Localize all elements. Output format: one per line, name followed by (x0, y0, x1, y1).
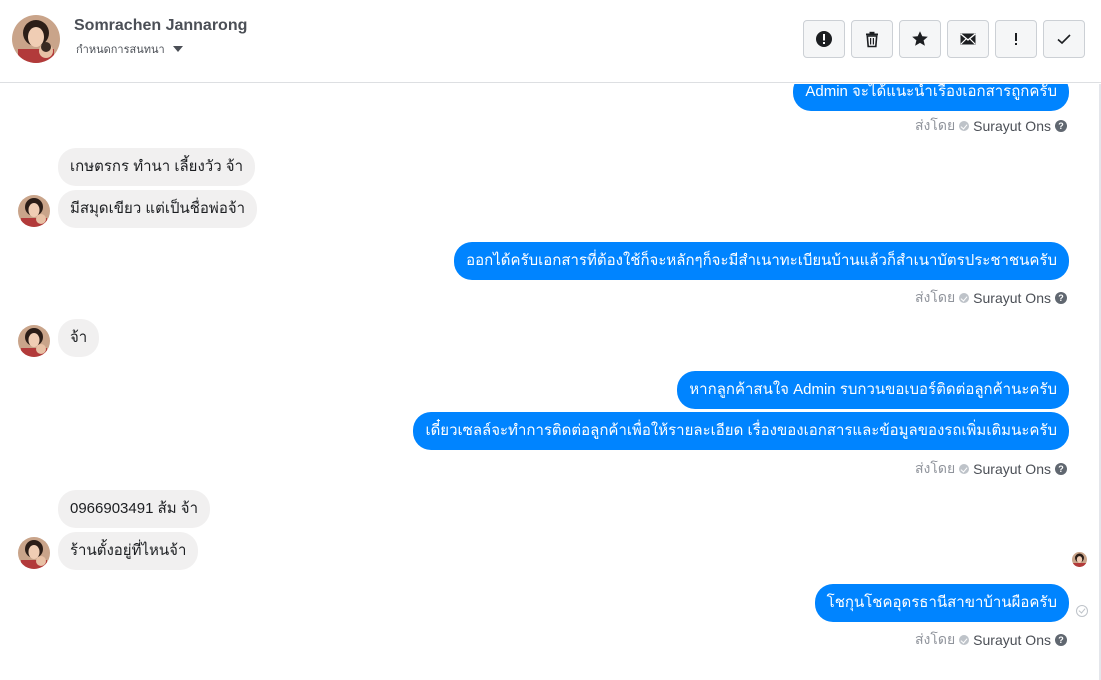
sent-by-label: ส่งโดย (914, 460, 956, 476)
mark-spam-button[interactable] (803, 20, 845, 58)
verified-check-icon (959, 464, 970, 474)
conversation-toolbar (803, 20, 1085, 58)
contact-avatar-small (18, 195, 50, 227)
sent-by-label: ส่งโดย (914, 631, 956, 647)
sent-status-icon (1076, 605, 1088, 617)
conversation-schedule-label: กำหนดการสนทนา (76, 44, 165, 56)
star-icon (912, 31, 928, 46)
conversation-schedule-dropdown[interactable]: กำหนดการสนทนา (76, 40, 183, 58)
sent-by-label: ส่งโดย (914, 117, 956, 133)
checkmark-icon (1057, 34, 1071, 45)
follow-up-button[interactable] (995, 20, 1037, 58)
mark-done-button[interactable] (1043, 20, 1085, 58)
message-bubble-incoming[interactable]: เกษตรกร ทำนา เลี้ยงวัว จ้า (58, 148, 256, 186)
message-bubble-outgoing[interactable]: Admin จะได้แนะนำเรื่องเอกสารถูกครับ (793, 84, 1069, 111)
agent-name[interactable]: Surayut Ons (973, 461, 1051, 477)
envelope-icon (960, 33, 976, 45)
agent-name[interactable]: Surayut Ons (973, 632, 1051, 648)
message-bubble-incoming[interactable]: 0966903491 ส้ม จ้า (58, 490, 211, 528)
sent-by-label: ส่งโดย (914, 289, 956, 305)
mark-unread-button[interactable] (947, 20, 989, 58)
help-icon[interactable]: ? (1055, 634, 1067, 646)
star-button[interactable] (899, 20, 941, 58)
verified-check-icon (959, 293, 970, 303)
sent-by-line: ส่งโดย Surayut Ons ? (915, 458, 1067, 480)
read-receipt-avatar (1072, 552, 1087, 567)
message-bubble-outgoing[interactable]: เดี๋ยวเซลล์จะทำการติดต่อลูกค้าเพื่อให้รา… (413, 412, 1069, 450)
conversation-header: Somrachen Jannarong กำหนดการสนทนา (0, 0, 1101, 83)
agent-name[interactable]: Surayut Ons (973, 290, 1051, 306)
message-bubble-incoming[interactable]: จ้า (58, 319, 100, 357)
sent-by-line: ส่งโดย Surayut Ons ? (915, 115, 1067, 137)
delete-button[interactable] (851, 20, 893, 58)
message-thread[interactable]: Admin จะได้แนะนำเรื่องเอกสารถูกครับ ส่งโ… (0, 84, 1099, 680)
contact-avatar[interactable] (12, 15, 60, 63)
help-icon[interactable]: ? (1055, 463, 1067, 475)
contact-avatar-small (18, 325, 50, 357)
message-bubble-incoming[interactable]: ร้านตั้งอยู่ที่ไหนจ้า (58, 532, 199, 570)
trash-icon (866, 31, 878, 48)
exclamation-icon (1015, 33, 1017, 45)
message-bubble-incoming[interactable]: มีสมุดเขียว แต่เป็นชื่อพ่อจ้า (58, 190, 258, 228)
alert-circle-icon (816, 31, 832, 47)
sent-by-line: ส่งโดย Surayut Ons ? (915, 629, 1067, 651)
message-bubble-outgoing[interactable]: โชกุนโชคอุดรธานีสาขาบ้านผือครับ (814, 584, 1069, 622)
verified-check-icon (959, 635, 970, 645)
sent-by-line: ส่งโดย Surayut Ons ? (915, 287, 1067, 309)
message-bubble-outgoing[interactable]: ออกได้ครับเอกสารที่ต้องใช้ก็จะหลักๆก็จะม… (454, 242, 1069, 280)
help-icon[interactable]: ? (1055, 292, 1067, 304)
message-bubble-outgoing[interactable]: หากลูกค้าสนใจ Admin รบกวนขอเบอร์ติดต่อลู… (677, 371, 1069, 409)
caret-down-icon (172, 46, 183, 52)
contact-avatar-small (18, 537, 50, 569)
contact-name[interactable]: Somrachen Jannarong (74, 17, 247, 35)
help-icon[interactable]: ? (1055, 120, 1067, 132)
verified-check-icon (959, 121, 970, 131)
agent-name[interactable]: Surayut Ons (973, 118, 1051, 134)
